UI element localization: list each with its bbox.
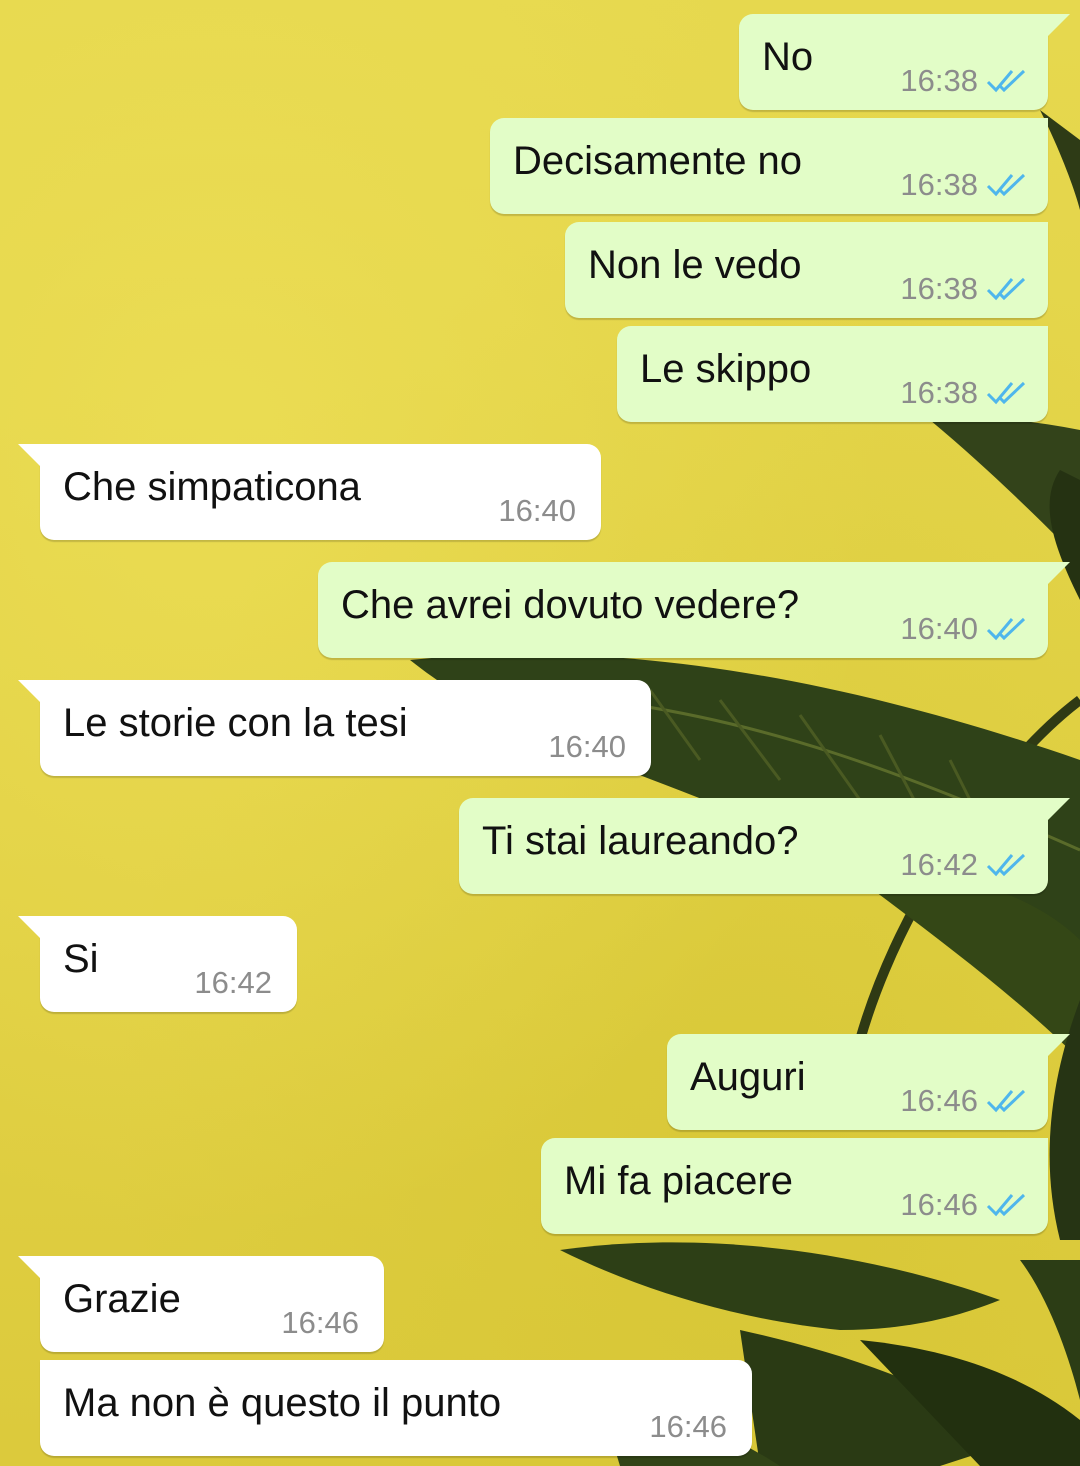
double-check-icon [986,69,1026,93]
message-text: Le skippo [640,347,812,391]
double-check-icon [986,1089,1026,1113]
message-bubble-incoming[interactable]: Ma non è questo il punto 16:46 [40,1360,752,1456]
double-check-icon [986,173,1026,197]
message-bubble-incoming[interactable]: Grazie 16:46 [18,1256,384,1352]
double-check-icon [986,853,1026,877]
message-bubble-incoming[interactable]: Che simpaticona 16:40 [18,444,601,540]
chat-area[interactable]: No 16:38 Decisamente no 16:38 Non le ved… [0,0,1080,1466]
message-time: 16:46 [900,1083,978,1118]
message-bubble-outgoing[interactable]: Non le vedo 16:38 [565,222,1048,318]
message-bubble-outgoing[interactable]: Decisamente no 16:38 [490,118,1048,214]
message-time: 16:40 [498,493,576,528]
message-text: No [762,35,814,79]
message-bubble-outgoing[interactable]: Ti stai laureando? 16:42 [459,798,1070,894]
message-time: 16:42 [900,847,978,882]
message-bubble-incoming[interactable]: Si 16:42 [18,916,297,1012]
double-check-icon [986,1193,1026,1217]
message-text: Auguri [690,1055,806,1099]
message-text: Che avrei dovuto vedere? [341,583,800,627]
message-text: Ma non è questo il punto [63,1381,502,1425]
message-bubble-incoming[interactable]: Le storie con la tesi 16:40 [18,680,651,776]
message-bubble-outgoing[interactable]: Le skippo 16:38 [617,326,1048,422]
double-check-icon [986,277,1026,301]
message-time: 16:40 [900,611,978,646]
double-check-icon [986,617,1026,641]
message-text: Le storie con la tesi [63,701,408,745]
message-time: 16:40 [548,729,626,764]
message-text: Si [63,937,99,981]
message-bubble-outgoing[interactable]: Auguri 16:46 [667,1034,1070,1130]
message-time: 16:42 [194,965,272,1000]
message-text: Non le vedo [588,243,802,287]
message-time: 16:38 [900,63,978,98]
message-time: 16:46 [900,1187,978,1222]
message-time: 16:38 [900,167,978,202]
message-text: Grazie [63,1277,181,1321]
message-time: 16:46 [281,1305,359,1340]
message-bubble-outgoing[interactable]: Mi fa piacere 16:46 [541,1138,1048,1234]
message-bubble-outgoing[interactable]: Che avrei dovuto vedere? 16:40 [318,562,1070,658]
message-time: 16:46 [649,1409,727,1444]
message-text: Mi fa piacere [564,1159,793,1203]
message-time: 16:38 [900,271,978,306]
message-text: Ti stai laureando? [482,819,799,863]
message-text: Che simpaticona [63,465,361,509]
message-bubble-outgoing[interactable]: No 16:38 [739,14,1070,110]
message-time: 16:38 [900,375,978,410]
message-text: Decisamente no [513,139,803,183]
double-check-icon [986,381,1026,405]
